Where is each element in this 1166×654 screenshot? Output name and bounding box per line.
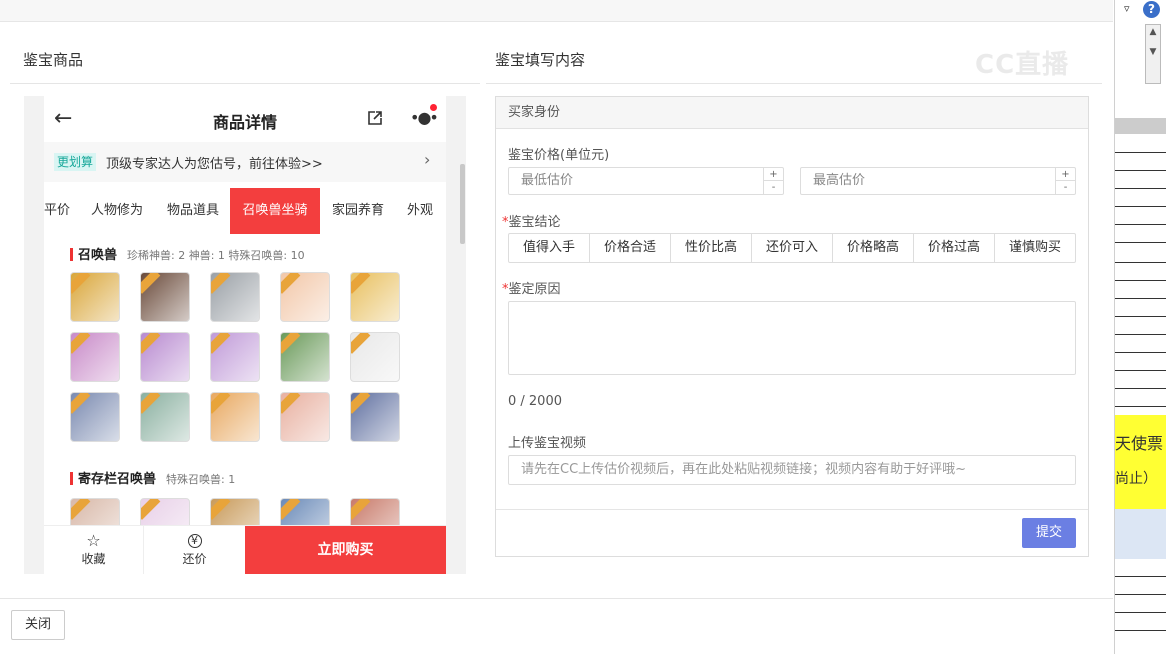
submit-button[interactable]: 提交 [1022, 518, 1076, 548]
conclusion-option[interactable]: 值得入手 [509, 234, 590, 262]
divider [486, 83, 1102, 84]
summon-avatar[interactable] [70, 332, 120, 382]
left-panel-title: 鉴宝商品 [23, 51, 84, 69]
conclusion-options: 值得入手 价格合适 性价比高 还价可入 价格略高 价格过高 谨慎购买 [508, 233, 1076, 263]
summon-avatar[interactable] [210, 332, 260, 382]
summon-avatar[interactable] [350, 272, 400, 322]
promo-text: 顶级专家达人为您估号，前往体验>> [106, 157, 323, 172]
close-button[interactable]: 关闭 [11, 610, 65, 640]
cell-text: 尚止） [1115, 471, 1157, 487]
share-icon[interactable] [366, 109, 384, 127]
star-icon: ☆ [86, 531, 101, 550]
summon-avatar[interactable] [70, 272, 120, 322]
yuan-icon: ¥ [144, 532, 245, 550]
summon-avatar[interactable] [280, 272, 330, 322]
blue-cells [1115, 509, 1166, 559]
chevron-right-icon: › [424, 150, 431, 169]
background-spreadsheet: 天使票 尚止） [1114, 0, 1166, 654]
cell-text: 天使票 [1115, 434, 1164, 453]
stepper[interactable]: + - [763, 168, 783, 194]
app-header: ← 商品详情 •●• [44, 96, 446, 142]
chevron-down-icon[interactable]: ▿ [1124, 2, 1130, 15]
phone-preview: ← 商品详情 •●• 更划算 顶级专家达人为您估号，前往体验>> › 平价 人物… [24, 96, 466, 574]
summon-avatar[interactable] [210, 392, 260, 442]
appraisal-form: 买家身份 鉴宝价格(单位元) 最低估价 + - 最高估价 + - *鉴宝结论 值得入… [495, 96, 1089, 557]
conclusion-option[interactable]: 价格过高 [914, 234, 995, 262]
form-section-title: 买家身份 [496, 97, 1088, 129]
section-stats: 珍稀神兽: 2 神兽: 1 特殊召唤兽: 10 [127, 249, 305, 262]
scrollbar[interactable] [460, 164, 465, 244]
bottom-bar: ☆ 收藏 ¥ 还价 立即购买 [44, 525, 446, 574]
summon-avatar[interactable] [350, 392, 400, 442]
conclusion-option[interactable]: 还价可入 [752, 234, 833, 262]
top-bar [0, 0, 1113, 22]
conclusion-option[interactable]: 谨慎购买 [995, 234, 1075, 262]
help-icon[interactable]: ? [1143, 1, 1160, 18]
section-title: 寄存栏召唤兽 [78, 472, 157, 487]
promo-tag: 更划算 [54, 153, 97, 171]
right-panel-title: 鉴宝填写内容 [495, 51, 586, 69]
category-tabs: 平价 人物修为 物品道具 召唤兽坐骑 家园养育 外观 [44, 188, 446, 234]
summon-avatar[interactable] [140, 272, 190, 322]
notification-dot [430, 104, 437, 111]
summon-avatar[interactable] [280, 392, 330, 442]
tab-wupin[interactable]: 物品道具 [158, 188, 228, 234]
tab-jiayuan[interactable]: 家园养育 [326, 188, 390, 234]
watermark: CC直播 [975, 50, 1070, 80]
summon-avatar[interactable] [140, 332, 190, 382]
section-stats: 特殊召唤兽: 1 [166, 473, 236, 486]
favorite-button[interactable]: ☆ 收藏 [44, 526, 144, 574]
char-counter: 0 / 2000 [508, 394, 562, 409]
summon-avatar[interactable] [140, 392, 190, 442]
summon-avatar[interactable] [210, 272, 260, 322]
conclusion-option[interactable]: 性价比高 [671, 234, 752, 262]
scrollbar[interactable]: ▲ ▼ [1145, 24, 1161, 84]
tab-waiguan[interactable]: 外观 [400, 188, 440, 234]
conclusion-option[interactable]: 价格合适 [590, 234, 671, 262]
summon-avatar[interactable] [350, 332, 400, 382]
summon-avatar[interactable] [70, 392, 120, 442]
tab-renwu[interactable]: 人物修为 [82, 188, 152, 234]
max-price-input[interactable]: 最高估价 + - [800, 167, 1076, 195]
page-title: 商品详情 [212, 113, 277, 132]
reason-label: *鉴定原因 [502, 282, 561, 297]
summon-avatar[interactable] [280, 332, 330, 382]
min-price-input[interactable]: 最低估价 + - [508, 167, 784, 195]
divider [10, 83, 480, 84]
conclusion-option[interactable]: 价格略高 [833, 234, 914, 262]
reason-textarea[interactable] [508, 301, 1076, 375]
promo-banner[interactable]: 更划算 顶级专家达人为您估号，前往体验>> › [44, 142, 446, 182]
storage-section: 寄存栏召唤兽 特殊召唤兽: 1 [60, 460, 430, 548]
buy-now-button[interactable]: 立即购买 [245, 526, 446, 574]
tab-zhaohuanshou[interactable]: 召唤兽坐骑 [230, 188, 320, 234]
bargain-button[interactable]: ¥ 还价 [144, 526, 245, 574]
video-link-input[interactable]: 请先在CC上传估价视频后，再在此处粘贴视频链接；视频内容有助于好评哦~ [508, 455, 1076, 485]
tab-pingjia[interactable]: 平价 [44, 188, 72, 234]
section-title: 召唤兽 [78, 248, 118, 263]
video-label: 上传鉴宝视频 [508, 436, 587, 451]
stepper[interactable]: + - [1055, 168, 1075, 194]
summon-section: 召唤兽 珍稀神兽: 2 神兽: 1 特殊召唤兽: 10 [60, 236, 430, 452]
price-label: 鉴宝价格(单位元) [508, 148, 610, 163]
divider [0, 598, 1113, 599]
conclusion-label: *鉴宝结论 [502, 215, 561, 230]
divider [496, 509, 1088, 510]
